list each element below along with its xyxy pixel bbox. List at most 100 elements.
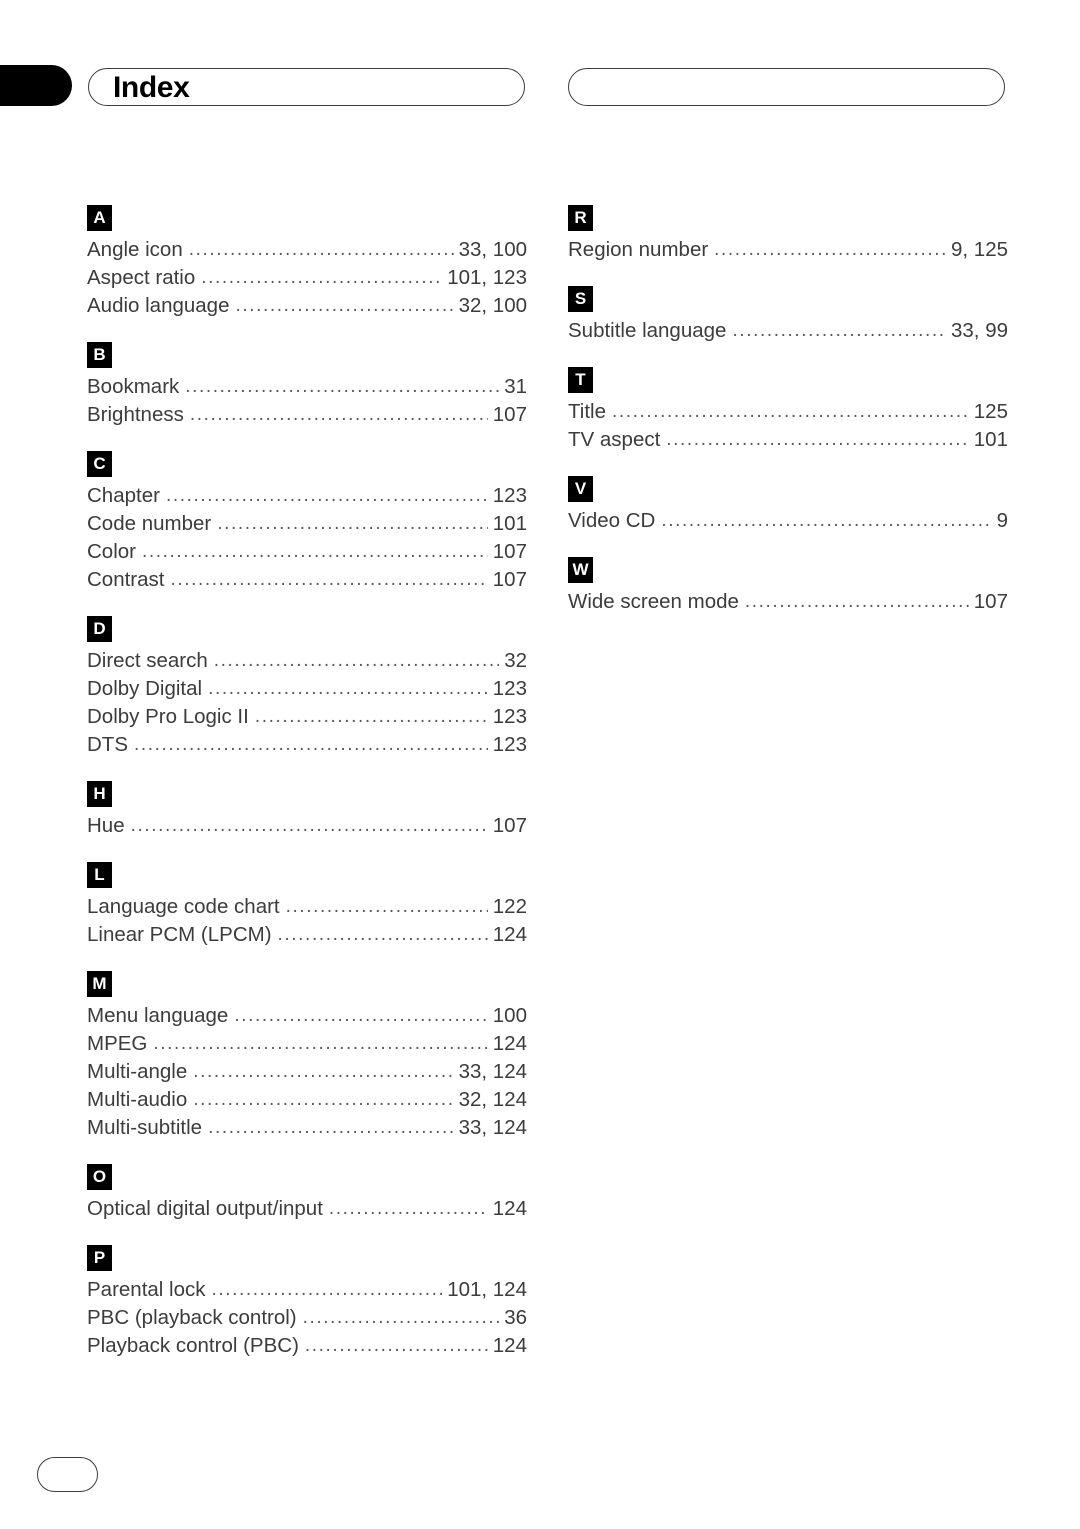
- section-letter-badge: T: [568, 367, 593, 393]
- index-entry[interactable]: DTS.....................................…: [87, 731, 527, 759]
- index-entry[interactable]: PBC (playback control)..................…: [87, 1304, 527, 1332]
- index-entry[interactable]: Linear PCM (LPCM).......................…: [87, 921, 527, 949]
- index-entry[interactable]: Multi-audio.............................…: [87, 1086, 527, 1114]
- index-entry[interactable]: Subtitle language.......................…: [568, 317, 1008, 345]
- index-entry-dot-leader: ........................................…: [211, 1279, 443, 1300]
- index-entry[interactable]: Dolby Digital...........................…: [87, 675, 527, 703]
- index-entry-label: Hue: [87, 814, 125, 837]
- chapter-tab-marker: [0, 65, 72, 106]
- index-section-p: P Parental lock..........................…: [87, 1245, 527, 1360]
- index-column-left: A Angle icon.............................…: [87, 205, 527, 1382]
- index-entry-page-number: 33, 124: [458, 1060, 527, 1083]
- index-entry-label: Chapter: [87, 484, 160, 507]
- index-entry-dot-leader: ........................................…: [234, 1005, 488, 1026]
- index-entry-label: Brightness: [87, 403, 184, 426]
- index-entry-label: Contrast: [87, 568, 165, 591]
- index-entry-page-number: 124: [492, 923, 527, 946]
- section-letter-badge: V: [568, 476, 593, 502]
- section-letter-badge: H: [87, 781, 112, 807]
- index-entry[interactable]: Angle icon..............................…: [87, 236, 527, 264]
- index-entry-page-number: 125: [973, 400, 1008, 423]
- index-entry-label: Multi-angle: [87, 1060, 188, 1083]
- index-entry-label: Angle icon: [87, 238, 183, 261]
- index-entry-page-number: 107: [492, 814, 527, 837]
- index-section-r: R Region number..........................…: [568, 205, 1008, 264]
- index-entry-page-number: 123: [492, 677, 527, 700]
- index-section-l: L Language code chart....................…: [87, 862, 527, 949]
- index-entry-dot-leader: ........................................…: [302, 1307, 500, 1328]
- index-entry-label: Video CD: [568, 509, 656, 532]
- index-entry[interactable]: Aspect ratio............................…: [87, 264, 527, 292]
- index-entry-label: TV aspect: [568, 428, 661, 451]
- index-entry[interactable]: Bookmark................................…: [87, 373, 527, 401]
- index-entry-dot-leader: ........................................…: [666, 429, 969, 450]
- index-section-b: B Bookmark...............................…: [87, 342, 527, 429]
- index-entry[interactable]: Multi-angle.............................…: [87, 1058, 527, 1086]
- index-entry[interactable]: MPEG....................................…: [87, 1030, 527, 1058]
- index-entry-dot-leader: ........................................…: [165, 485, 488, 506]
- index-entry[interactable]: Chapter.................................…: [87, 482, 527, 510]
- index-entry-label: Parental lock: [87, 1278, 206, 1301]
- page-header: Index: [0, 0, 1080, 150]
- index-entry[interactable]: Brightness..............................…: [87, 401, 527, 429]
- index-entry-page-number: 101: [973, 428, 1008, 451]
- index-entry[interactable]: Multi-subtitle..........................…: [87, 1114, 527, 1142]
- index-entry[interactable]: TV aspect...............................…: [568, 426, 1008, 454]
- index-entry-page-number: 36: [504, 1306, 527, 1329]
- index-entry-page-number: 107: [973, 590, 1008, 613]
- index-entry-page-number: 33, 100: [458, 238, 527, 261]
- index-entry-label: Direct search: [87, 649, 208, 672]
- index-entry-page-number: 107: [492, 540, 527, 563]
- index-entry[interactable]: Title...................................…: [568, 398, 1008, 426]
- index-entry-label: Aspect ratio: [87, 266, 196, 289]
- index-section-m: M Menu language..........................…: [87, 971, 527, 1142]
- index-entry[interactable]: Parental lock...........................…: [87, 1276, 527, 1304]
- index-entry-dot-leader: ........................................…: [193, 1089, 453, 1110]
- index-entry-page-number: 101, 124: [447, 1278, 527, 1301]
- section-letter-badge: W: [568, 557, 593, 583]
- index-entry[interactable]: Hue.....................................…: [87, 812, 527, 840]
- index-entry-page-number: 9, 125: [951, 238, 1008, 261]
- index-entry-dot-leader: ........................................…: [611, 401, 969, 422]
- index-entry-dot-leader: ........................................…: [304, 1335, 488, 1356]
- index-entry[interactable]: Color...................................…: [87, 538, 527, 566]
- section-letter-badge: L: [87, 862, 112, 888]
- index-entry-label: Language code chart: [87, 895, 280, 918]
- index-entry[interactable]: Direct search...........................…: [87, 647, 527, 675]
- index-entry-dot-leader: ........................................…: [235, 295, 454, 316]
- section-letter-badge: O: [87, 1164, 112, 1190]
- index-entry-dot-leader: ........................................…: [217, 513, 488, 534]
- index-entry-page-number: 32: [504, 649, 527, 672]
- index-entry[interactable]: Audio language..........................…: [87, 292, 527, 320]
- index-entry-page-number: 33, 124: [458, 1116, 527, 1139]
- index-entry-label: Linear PCM (LPCM): [87, 923, 272, 946]
- index-entry[interactable]: Menu language...........................…: [87, 1002, 527, 1030]
- index-entry-dot-leader: ........................................…: [285, 896, 488, 917]
- index-entry-page-number: 33, 99: [951, 319, 1008, 342]
- index-entry[interactable]: Video CD................................…: [568, 507, 1008, 535]
- index-entry[interactable]: Dolby Pro Logic II......................…: [87, 703, 527, 731]
- footer-page-number-pill: [37, 1457, 98, 1492]
- index-entry[interactable]: Region number...........................…: [568, 236, 1008, 264]
- index-section-t: T Title..................................…: [568, 367, 1008, 454]
- index-entry-page-number: 122: [492, 895, 527, 918]
- index-entry-dot-leader: ........................................…: [189, 404, 488, 425]
- index-section-d: D Direct search..........................…: [87, 616, 527, 759]
- index-entry-page-number: 123: [492, 484, 527, 507]
- index-entry-page-number: 9: [996, 509, 1008, 532]
- index-column-right: R Region number..........................…: [568, 205, 1008, 638]
- index-entry-page-number: 123: [492, 733, 527, 756]
- index-section-h: H Hue....................................…: [87, 781, 527, 840]
- index-entry-dot-leader: ........................................…: [744, 591, 969, 612]
- index-entry[interactable]: Optical digital output/input............…: [87, 1195, 527, 1223]
- index-entry[interactable]: Contrast................................…: [87, 566, 527, 594]
- index-entry[interactable]: Language code chart.....................…: [87, 893, 527, 921]
- index-entry-page-number: 107: [492, 568, 527, 591]
- section-letter-badge: B: [87, 342, 112, 368]
- index-entry-dot-leader: ........................................…: [185, 376, 500, 397]
- section-letter-badge: S: [568, 286, 593, 312]
- index-entry[interactable]: Code number.............................…: [87, 510, 527, 538]
- index-entry[interactable]: Playback control (PBC)..................…: [87, 1332, 527, 1360]
- index-entry-page-number: 100: [492, 1004, 527, 1027]
- index-entry[interactable]: Wide screen mode........................…: [568, 588, 1008, 616]
